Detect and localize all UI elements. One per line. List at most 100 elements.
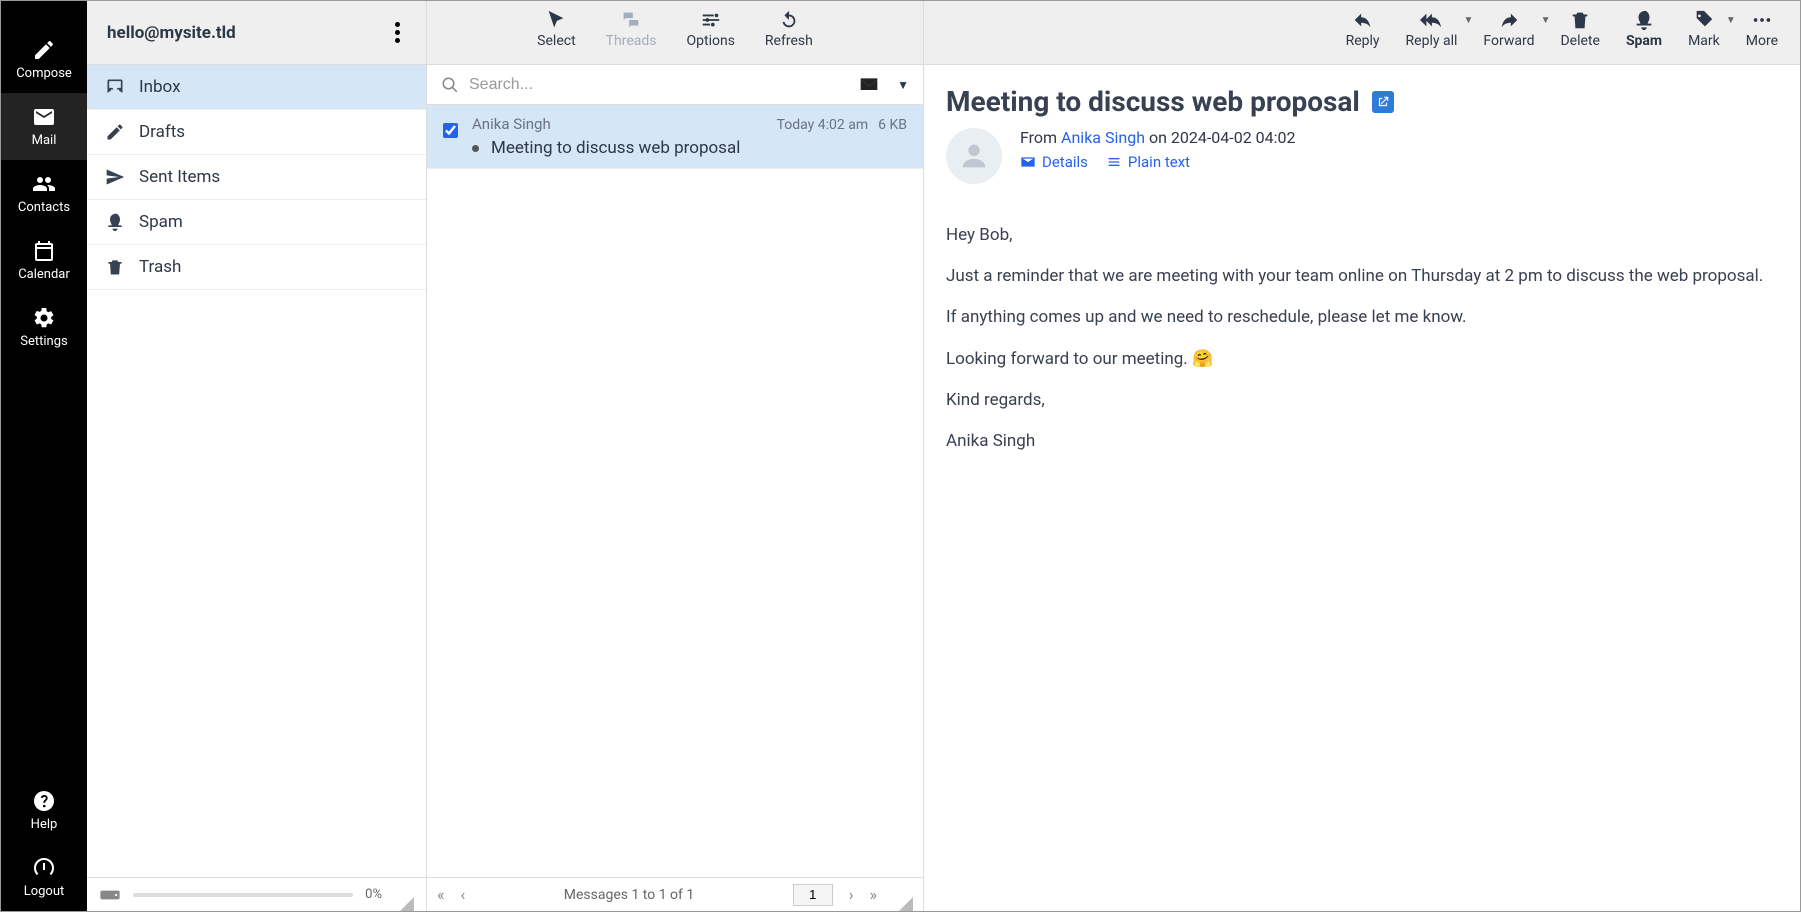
trash-icon xyxy=(1569,9,1591,31)
resize-handle[interactable] xyxy=(899,897,913,911)
storage-bar: 0% xyxy=(87,877,426,911)
message-body: Hey Bob, Just a reminder that we are mee… xyxy=(924,200,1800,477)
tag-icon xyxy=(1693,9,1715,31)
pager-text: Messages 1 to 1 of 1 xyxy=(481,887,776,903)
nav-logout[interactable]: Logout xyxy=(1,844,87,911)
pager-page-input[interactable] xyxy=(793,884,833,906)
message-date: Today 4:02 am xyxy=(777,117,869,133)
list-icon xyxy=(1106,154,1122,170)
storage-percent: 0% xyxy=(365,887,382,902)
disk-icon xyxy=(99,888,121,902)
details-button[interactable]: Details xyxy=(1020,153,1088,171)
spam-button[interactable]: Spam xyxy=(1626,9,1662,49)
compose-icon xyxy=(32,38,56,62)
trash-icon xyxy=(105,257,125,277)
nav-contacts-label: Contacts xyxy=(18,200,70,215)
nav-calendar[interactable]: Calendar xyxy=(1,227,87,294)
reply-all-button[interactable]: Reply all ▼ xyxy=(1406,9,1458,49)
folder-label: Trash xyxy=(139,257,181,277)
folder-list: Inbox Drafts Sent Items Spam Trash xyxy=(87,65,426,877)
pager-next[interactable]: › xyxy=(849,885,854,904)
threads-icon xyxy=(620,9,642,31)
forward-button[interactable]: Forward ▼ xyxy=(1483,9,1534,49)
open-window-icon xyxy=(1376,95,1390,109)
resize-handle[interactable] xyxy=(400,897,414,911)
inbox-icon xyxy=(105,77,125,97)
help-icon xyxy=(32,789,56,813)
nav-help-label: Help xyxy=(31,817,58,832)
reply-button[interactable]: Reply xyxy=(1346,9,1380,49)
folder-inbox[interactable]: Inbox xyxy=(87,65,426,110)
list-toolbar: Select Threads Options Refresh xyxy=(427,1,923,65)
folder-label: Inbox xyxy=(139,77,181,97)
select-button[interactable]: Select xyxy=(537,9,575,49)
logout-icon xyxy=(32,856,56,880)
list-pane: Select Threads Options Refresh ▼ Anika S… xyxy=(427,1,924,911)
nav-compose[interactable]: Compose xyxy=(1,26,87,93)
refresh-button[interactable]: Refresh xyxy=(765,9,813,49)
unread-dot-icon xyxy=(472,145,479,152)
chevron-down-icon[interactable]: ▼ xyxy=(1541,15,1551,26)
mail-filter-icon[interactable] xyxy=(859,75,879,95)
account-menu-button[interactable] xyxy=(389,16,406,49)
folders-pane: hello@mysite.tld Inbox Drafts Sent Items… xyxy=(87,1,427,911)
calendar-icon xyxy=(32,239,56,263)
nav-mail-label: Mail xyxy=(32,133,57,148)
plaintext-button[interactable]: Plain text xyxy=(1106,153,1190,171)
threads-button[interactable]: Threads xyxy=(606,9,657,49)
nav-contacts[interactable]: Contacts xyxy=(1,160,87,227)
spam-icon xyxy=(105,212,125,232)
avatar xyxy=(946,128,1002,184)
nav-help[interactable]: Help xyxy=(1,777,87,844)
contacts-icon xyxy=(32,172,56,196)
sender-link[interactable]: Anika Singh xyxy=(1061,128,1145,147)
account-header: hello@mysite.tld xyxy=(87,1,426,65)
nav-mail[interactable]: Mail xyxy=(1,93,87,160)
reply-all-icon xyxy=(1420,9,1442,31)
nav-settings[interactable]: Settings xyxy=(1,294,87,361)
preview-pane: Reply Reply all ▼ Forward ▼ Delete Spam … xyxy=(924,1,1800,911)
message-checkbox[interactable] xyxy=(443,123,458,138)
search-input[interactable] xyxy=(469,76,849,94)
nav-calendar-label: Calendar xyxy=(18,267,70,282)
pager-prev[interactable]: ‹ xyxy=(461,885,466,904)
person-icon xyxy=(957,139,991,173)
pager-first[interactable]: « xyxy=(437,885,445,904)
pager-last[interactable]: » xyxy=(870,885,878,904)
mark-button[interactable]: Mark ▼ xyxy=(1688,9,1720,49)
message-subject: Meeting to discuss web proposal xyxy=(491,138,740,158)
message-size: 6 KB xyxy=(878,117,907,133)
options-button[interactable]: Options xyxy=(687,9,735,49)
message-meta: From Anika Singh on 2024-04-02 04:02 Det… xyxy=(924,128,1800,200)
folder-label: Sent Items xyxy=(139,167,220,187)
chevron-down-icon[interactable]: ▼ xyxy=(897,78,909,92)
storage-meter xyxy=(133,893,353,897)
refresh-icon xyxy=(778,9,800,31)
folder-label: Spam xyxy=(139,212,183,232)
folder-sent[interactable]: Sent Items xyxy=(87,155,426,200)
search-icon xyxy=(441,76,459,94)
spam-icon xyxy=(1633,9,1655,31)
list-pager: « ‹ Messages 1 to 1 of 1 › » xyxy=(427,877,923,911)
delete-button[interactable]: Delete xyxy=(1560,9,1599,49)
drafts-icon xyxy=(105,122,125,142)
open-window-button[interactable] xyxy=(1372,91,1394,113)
nav-settings-label: Settings xyxy=(20,334,67,349)
chevron-down-icon[interactable]: ▼ xyxy=(1463,15,1473,26)
message-from-line: From Anika Singh on 2024-04-02 04:02 xyxy=(1020,128,1296,147)
nav-rail: Compose Mail Contacts Calendar Settings … xyxy=(1,1,87,911)
folder-drafts[interactable]: Drafts xyxy=(87,110,426,155)
forward-icon xyxy=(1498,9,1520,31)
message-subject-header: Meeting to discuss web proposal xyxy=(924,65,1800,128)
message-datetime: 2024-04-02 04:02 xyxy=(1171,128,1296,147)
folder-spam[interactable]: Spam xyxy=(87,200,426,245)
account-email: hello@mysite.tld xyxy=(107,23,236,43)
chevron-down-icon[interactable]: ▼ xyxy=(1726,15,1736,26)
message-item[interactable]: Anika Singh Today 4:02 am 6 KB Meeting t… xyxy=(427,105,923,169)
mail-icon xyxy=(1020,154,1036,170)
nav-logout-label: Logout xyxy=(24,884,65,899)
more-button[interactable]: More xyxy=(1746,9,1778,49)
more-icon xyxy=(1751,9,1773,31)
folder-trash[interactable]: Trash xyxy=(87,245,426,290)
message-list: Anika Singh Today 4:02 am 6 KB Meeting t… xyxy=(427,105,923,877)
